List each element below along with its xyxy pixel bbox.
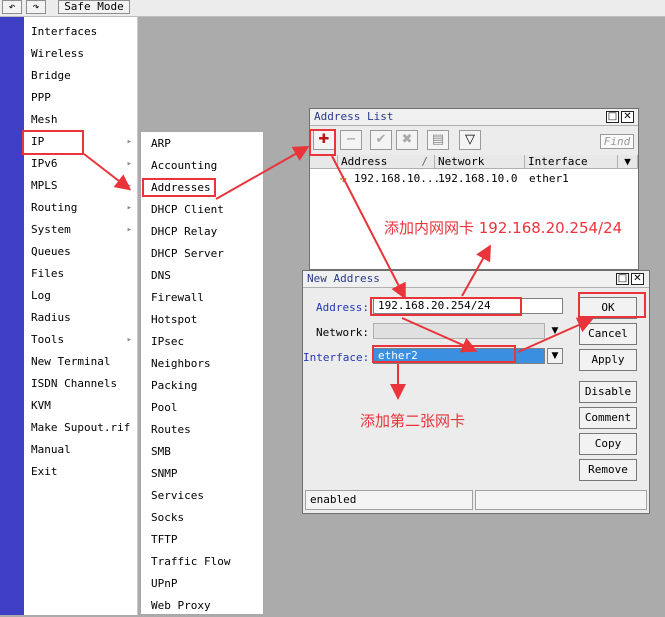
arrow-add-to-address (331, 155, 406, 300)
annotation-arrows (83, 146, 594, 400)
arrow-addresses-to-add (215, 146, 310, 200)
arrow-to-interface (401, 317, 478, 353)
arrow-ip-to-addresses (83, 153, 132, 191)
arrow-address-to-note (461, 244, 491, 297)
arrow-to-ok (517, 317, 594, 353)
